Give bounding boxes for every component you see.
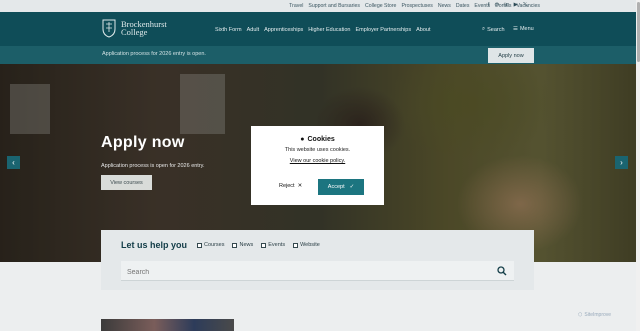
cookie-icon: ● [300, 136, 305, 143]
filter-website[interactable]: Website [293, 242, 320, 248]
site-header: Brockenhurst College Sixth Form Adult Ap… [0, 12, 636, 46]
filter-events[interactable]: Events [261, 242, 285, 248]
checkbox[interactable] [197, 242, 202, 248]
main-nav: Sixth Form Adult Apprenticeships Higher … [215, 27, 431, 33]
apply-now-button[interactable]: Apply now [488, 48, 534, 63]
linkedin-icon[interactable]: in [504, 2, 508, 8]
nav-apprenticeships[interactable]: Apprenticeships [264, 27, 303, 33]
hamburger-icon: ☰ [513, 26, 518, 32]
accept-label: Accept [327, 184, 345, 190]
accept-button[interactable]: Accept ✓ [318, 179, 364, 195]
nav-adult[interactable]: Adult [247, 27, 260, 33]
notice-text: Application process for 2026 entry is op… [102, 51, 206, 57]
view-courses-button[interactable]: View courses [101, 175, 152, 190]
scrollbar[interactable] [636, 0, 640, 331]
utility-link[interactable]: Dates [456, 3, 470, 9]
checkbox[interactable] [293, 242, 299, 248]
siteimprove-icon: ⬡ [578, 312, 583, 318]
nav-about[interactable]: About [416, 27, 430, 33]
x-icon[interactable]: 𝕏 [523, 2, 527, 8]
cookie-title: Cookies [307, 136, 335, 143]
utility-link[interactable]: Travel [289, 3, 303, 9]
hero-subtitle: Application process is open for 2026 ent… [101, 163, 205, 169]
facebook-icon[interactable]: f [488, 2, 490, 8]
reject-button[interactable]: Reject ✕ [279, 183, 302, 189]
utility-link[interactable]: Prospectuses [401, 3, 432, 9]
cookie-dialog: ● Cookies This website uses cookies. Vie… [251, 126, 384, 205]
instagram-icon[interactable]: ◎ [495, 2, 500, 8]
filter-courses[interactable]: Courses [197, 242, 224, 248]
help-panel: Let us help you Courses News Events Webs… [101, 230, 534, 290]
search-icon[interactable] [496, 265, 508, 277]
header-search-label: Search [487, 26, 505, 33]
close-icon: ✕ [297, 183, 303, 189]
checkbox[interactable] [232, 242, 238, 248]
college-logo[interactable]: Brockenhurst College [101, 18, 167, 38]
utility-bar: Travel Support and Bursaries College Sto… [0, 0, 636, 12]
chevron-left-icon[interactable]: ‹ [7, 156, 20, 169]
help-title: Let us help you [121, 240, 188, 250]
youtube-icon[interactable]: ▶ [514, 2, 518, 8]
crest-icon [102, 19, 116, 38]
utility-link[interactable]: College Store [365, 3, 396, 9]
social-links: f ◎ in ▶ 𝕏 [488, 2, 527, 8]
nav-higher-education[interactable]: Higher Education [308, 27, 350, 33]
help-search-input[interactable] [121, 263, 481, 282]
checkbox[interactable] [261, 242, 267, 248]
logo-line2: College [121, 27, 148, 37]
menu-button[interactable]: ☰ Menu [513, 26, 534, 32]
cookie-text: This website uses cookies. [284, 147, 351, 153]
search-icon: ⌕ [482, 26, 486, 32]
nav-employer-partnerships[interactable]: Employer Partnerships [355, 27, 411, 33]
scrollbar-thumb[interactable] [636, 2, 640, 62]
utility-link[interactable]: Support and Bursaries [308, 3, 360, 9]
menu-label: Menu [519, 26, 534, 32]
help-filters: Courses News Events Website [197, 242, 320, 248]
watermark: ⬡ SiteImprove [578, 312, 612, 318]
help-search-field [121, 261, 514, 282]
cookie-policy-link[interactable]: View our cookie policy. [251, 158, 384, 164]
notice-bar: Application process for 2026 entry is op… [0, 46, 636, 64]
filter-news[interactable]: News [232, 242, 253, 248]
hero-title: Apply now [101, 134, 185, 151]
header-search-button[interactable]: ⌕ Search [482, 26, 505, 33]
chevron-right-icon[interactable]: › [615, 156, 628, 169]
check-icon: ✓ [349, 184, 355, 190]
news-thumbnail[interactable] [101, 319, 234, 331]
utility-link[interactable]: News [438, 3, 451, 9]
nav-sixth-form[interactable]: Sixth Form [215, 27, 242, 33]
reject-label: Reject [279, 183, 295, 189]
